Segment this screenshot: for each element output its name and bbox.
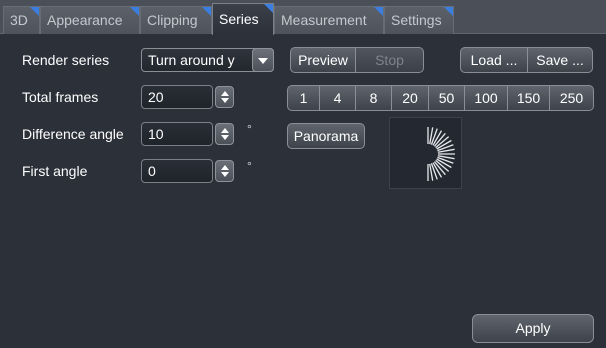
stop-button[interactable]: Stop bbox=[356, 47, 424, 73]
apply-button[interactable]: Apply bbox=[472, 314, 594, 343]
tab-3d[interactable]: 3D bbox=[3, 6, 40, 34]
chevron-down-icon[interactable] bbox=[252, 48, 274, 72]
tab-appearance[interactable]: Appearance bbox=[40, 6, 140, 34]
arrow-down-icon bbox=[221, 172, 229, 177]
arrow-down-icon bbox=[221, 98, 229, 103]
tab-label: Clipping bbox=[147, 12, 198, 28]
tab-clipping[interactable]: Clipping bbox=[140, 6, 212, 34]
first-angle-input[interactable]: 0 bbox=[141, 159, 213, 183]
arrow-up-icon bbox=[221, 165, 229, 170]
load-button[interactable]: Load ... bbox=[460, 47, 528, 73]
tab-corner-icon bbox=[202, 7, 211, 16]
tab-settings[interactable]: Settings bbox=[384, 6, 454, 34]
frames-preset-button[interactable]: 100 bbox=[465, 85, 508, 111]
total-frames-label: Total frames bbox=[22, 89, 99, 105]
total-frames-spinner[interactable] bbox=[215, 86, 234, 108]
tab-label: Appearance bbox=[47, 12, 123, 28]
render-series-select[interactable]: Turn around y bbox=[141, 48, 274, 72]
frames-preset-button[interactable]: 20 bbox=[392, 85, 429, 111]
difference-angle-spinner[interactable] bbox=[215, 123, 234, 145]
tab-label: Settings bbox=[391, 12, 442, 28]
frames-preset-button[interactable]: 250 bbox=[550, 85, 594, 111]
difference-angle-label: Difference angle bbox=[22, 126, 124, 142]
frames-preset-button[interactable]: 8 bbox=[356, 85, 392, 111]
save-button[interactable]: Save ... bbox=[528, 47, 593, 73]
arrow-up-icon bbox=[221, 91, 229, 96]
panorama-button[interactable]: Panorama bbox=[287, 123, 365, 149]
difference-angle-unit: ° bbox=[247, 122, 252, 136]
frames-preset-button[interactable]: 1 bbox=[287, 85, 320, 111]
rotation-preview bbox=[389, 117, 462, 189]
first-angle-label: First angle bbox=[22, 163, 88, 179]
render-series-label: Render series bbox=[22, 52, 110, 68]
tab-label: Series bbox=[219, 11, 259, 27]
render-series-value: Turn around y bbox=[148, 52, 235, 68]
frames-preset-button[interactable]: 4 bbox=[320, 85, 356, 111]
arrow-down-icon bbox=[221, 135, 229, 140]
difference-angle-input[interactable]: 10 bbox=[141, 122, 213, 146]
tab-measurement[interactable]: Measurement bbox=[274, 6, 384, 34]
total-frames-input[interactable]: 20 bbox=[141, 85, 213, 109]
first-angle-unit: ° bbox=[247, 159, 252, 173]
rotation-fan-icon bbox=[427, 127, 455, 181]
frames-preset-button[interactable]: 50 bbox=[429, 85, 465, 111]
tab-corner-icon bbox=[130, 7, 139, 16]
tab-corner-icon bbox=[444, 7, 453, 16]
preview-button[interactable]: Preview bbox=[290, 47, 356, 73]
frames-preset-button[interactable]: 150 bbox=[508, 85, 550, 111]
tab-corner-icon bbox=[374, 7, 383, 16]
tab-label: 3D bbox=[10, 12, 28, 28]
tab-label: Measurement bbox=[281, 12, 367, 28]
first-angle-spinner[interactable] bbox=[215, 160, 234, 182]
tab-bar: 3D Appearance Clipping Series Measuremen… bbox=[0, 0, 606, 35]
tab-corner-icon bbox=[264, 4, 273, 13]
tab-corner-icon bbox=[30, 7, 39, 16]
tab-series[interactable]: Series bbox=[212, 3, 274, 35]
arrow-up-icon bbox=[221, 128, 229, 133]
